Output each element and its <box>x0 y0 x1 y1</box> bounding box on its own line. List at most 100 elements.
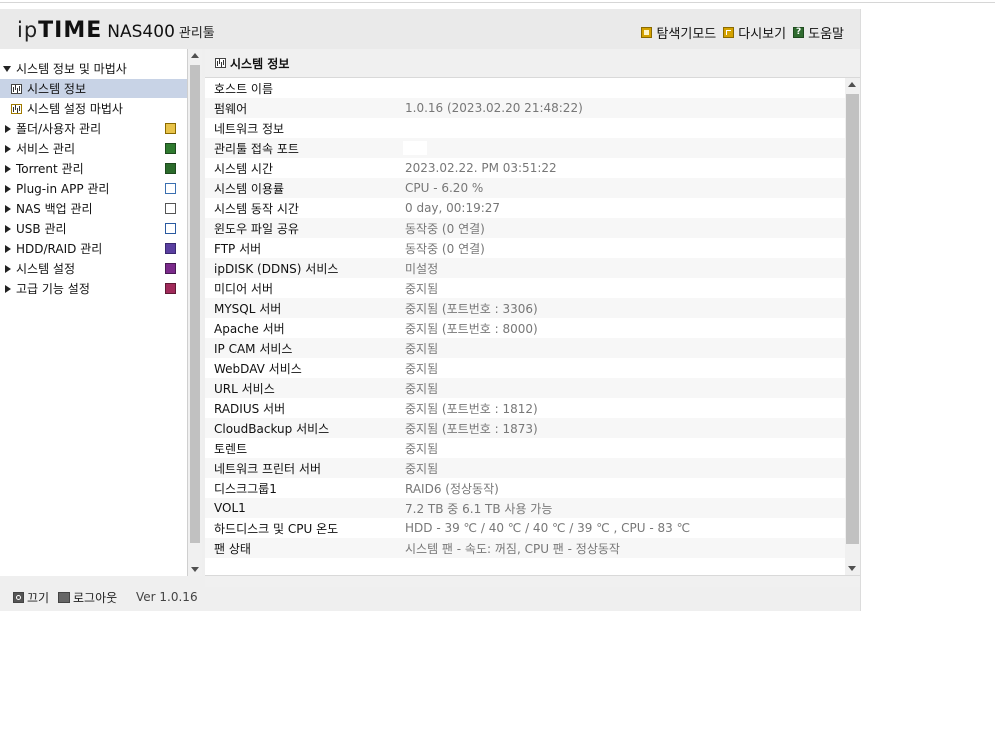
row-value: 중지됨 <box>405 341 439 356</box>
content-scroll-thumb[interactable] <box>846 94 859 544</box>
table-row: 네트워크 정보 <box>205 118 845 138</box>
sidebar-scroll-thumb[interactable] <box>190 65 200 543</box>
row-label: 시스템 시간 <box>214 161 274 176</box>
refresh-link[interactable]: 다시보기 <box>723 23 786 42</box>
help-link[interactable]: ? 도움말 <box>793 23 844 42</box>
row-value: CPU - 6.20 % <box>405 181 484 195</box>
row-value: 미설정 <box>405 261 439 276</box>
panel-title-bar: 시스템 정보 <box>205 49 860 78</box>
logo-suffix: 관리툴 <box>178 26 215 41</box>
table-row: MYSQL 서버 중지됨 (포트번호 : 3306) <box>205 298 845 318</box>
sidebar-item-hdd-raid[interactable]: HDD/RAID 관리 <box>0 239 187 258</box>
row-label: 네트워크 프린터 서버 <box>214 461 321 476</box>
sidebar-group-system-info[interactable]: 시스템 정보 및 마법사 <box>0 59 187 78</box>
sidebar-item-folder-user[interactable]: 폴더/사용자 관리 <box>0 119 187 138</box>
row-label: 펌웨어 <box>214 101 248 116</box>
table-row: WebDAV 서비스 중지됨 <box>205 358 845 378</box>
sidebar-item-system-settings[interactable]: 시스템 설정 <box>0 259 187 278</box>
explorer-mode-label: 탐색기모드 <box>656 27 717 42</box>
row-value: HDD - 39 ℃ / 40 ℃ / 40 ℃ / 39 ℃ , CPU - … <box>405 521 691 535</box>
table-row: 펌웨어 1.0.16 (2023.02.20 21:48:22) <box>205 98 845 118</box>
table-row: 관리툴 접속 포트 <box>205 138 845 158</box>
power-off-label: 끄기 <box>27 591 50 605</box>
sidebar-item-torrent[interactable]: Torrent 관리 <box>0 159 187 178</box>
row-value: 7.2 TB 중 6.1 TB 사용 가능 <box>405 501 553 516</box>
sidebar-item-label: 시스템 설정 <box>16 262 76 276</box>
content-scrollbar[interactable] <box>845 78 860 575</box>
explorer-mode-link[interactable]: 탐색기모드 <box>641 23 716 42</box>
table-row: 하드디스크 및 CPU 온도 HDD - 39 ℃ / 40 ℃ / 40 ℃ /… <box>205 518 845 538</box>
header-links: 탐색기모드 다시보기 ? 도움말 <box>641 23 844 42</box>
explorer-icon <box>641 27 653 38</box>
row-label: MYSQL 서버 <box>214 301 282 316</box>
sidebar-item-label: Plug-in APP 관리 <box>16 182 110 196</box>
sidebar-item-setup-wizard[interactable]: 시스템 설정 마법사 <box>0 99 187 118</box>
table-row: 디스크그룹1 RAID6 (정상동작) <box>205 478 845 498</box>
row-label: URL 서비스 <box>214 381 275 396</box>
expand-right-icon <box>5 124 11 133</box>
row-value: 2023.02.22. PM 03:51:22 <box>405 161 557 175</box>
table-row: 네트워크 프린터 서버 중지됨 <box>205 458 845 478</box>
scroll-up-icon[interactable] <box>191 53 199 58</box>
sidebar-item-label: Torrent 관리 <box>16 162 84 176</box>
scroll-down-icon[interactable] <box>191 567 199 572</box>
sidebar-item-label: USB 관리 <box>16 222 67 236</box>
expand-right-icon <box>5 284 11 293</box>
port-value-box <box>403 141 427 155</box>
logout-icon <box>58 592 70 603</box>
row-label: 시스템 이용률 <box>214 181 285 196</box>
main-content: 시스템 정보 호스트 이름 펌웨어 1.0.16 (2023.02.20 21:4… <box>205 49 860 587</box>
row-value: 중지됨 <box>405 361 439 376</box>
content-bottom-bar <box>205 575 860 587</box>
table-row: 호스트 이름 <box>205 78 845 98</box>
row-label: 하드디스크 및 CPU 온도 <box>214 521 339 536</box>
sidebar-scrollbar[interactable] <box>188 49 202 576</box>
sidebar-item-label: 시스템 정보 <box>27 82 87 96</box>
scroll-up-icon[interactable] <box>848 82 856 87</box>
row-label: IP CAM 서비스 <box>214 341 293 356</box>
expand-right-icon <box>5 264 11 273</box>
row-value: 0 day, 00:19:27 <box>405 201 501 215</box>
sidebar-item-system-info[interactable]: 시스템 정보 <box>0 79 187 98</box>
app-window: ip TIME NAS400 관리툴 탐색기모드 다시보기 ? 도움말 시스템 정보 … <box>0 9 861 611</box>
sidebar-group-label: 시스템 정보 및 마법사 <box>16 62 127 76</box>
expand-right-icon <box>5 144 11 153</box>
sidebar-item-usb[interactable]: USB 관리 <box>0 219 187 238</box>
sidebar-item-label: 시스템 설정 마법사 <box>27 102 123 116</box>
sidebar-item-label: 고급 기능 설정 <box>16 282 90 296</box>
help-icon: ? <box>793 27 805 38</box>
row-value: 중지됨 <box>405 381 439 396</box>
help-label: 도움말 <box>808 27 844 42</box>
sidebar-item-service[interactable]: 서비스 관리 <box>0 139 187 158</box>
torrent-icon <box>165 163 176 174</box>
power-icon <box>13 592 24 603</box>
row-label: Apache 서버 <box>214 321 285 336</box>
table-row: URL 서비스 중지됨 <box>205 378 845 398</box>
expand-right-icon <box>5 184 11 193</box>
row-value: 중지됨 (포트번호 : 3306) <box>405 301 538 316</box>
logo-model: NAS400 <box>107 22 175 42</box>
power-off-button[interactable]: 끄기 <box>13 589 49 606</box>
hdd-icon <box>165 243 176 254</box>
table-row: VOL1 7.2 TB 중 6.1 TB 사용 가능 <box>205 498 845 518</box>
refresh-label: 다시보기 <box>738 27 787 42</box>
page-title: 시스템 정보 <box>230 56 290 71</box>
row-label: 관리툴 접속 포트 <box>214 141 299 156</box>
scroll-down-icon[interactable] <box>848 566 856 571</box>
row-label: 토렌트 <box>214 441 248 456</box>
logout-button[interactable]: 로그아웃 <box>58 589 117 606</box>
table-row: RADIUS 서버 중지됨 (포트번호 : 1812) <box>205 398 845 418</box>
sidebar-item-advanced-settings[interactable]: 고급 기능 설정 <box>0 279 187 298</box>
row-value: 중지됨 (포트번호 : 1873) <box>405 421 538 436</box>
expand-right-icon <box>5 204 11 213</box>
sidebar-item-backup[interactable]: NAS 백업 관리 <box>0 199 187 218</box>
row-value: 중지됨 (포트번호 : 8000) <box>405 321 538 336</box>
row-label: 팬 상태 <box>214 541 251 556</box>
row-label: RADIUS 서버 <box>214 401 286 416</box>
logo-ip: ip <box>17 18 39 42</box>
folder-user-icon <box>165 123 176 134</box>
row-label: 네트워크 정보 <box>214 121 285 136</box>
advanced-settings-icon <box>165 283 176 294</box>
plugin-icon <box>165 183 176 194</box>
sidebar-item-plugin[interactable]: Plug-in APP 관리 <box>0 179 187 198</box>
